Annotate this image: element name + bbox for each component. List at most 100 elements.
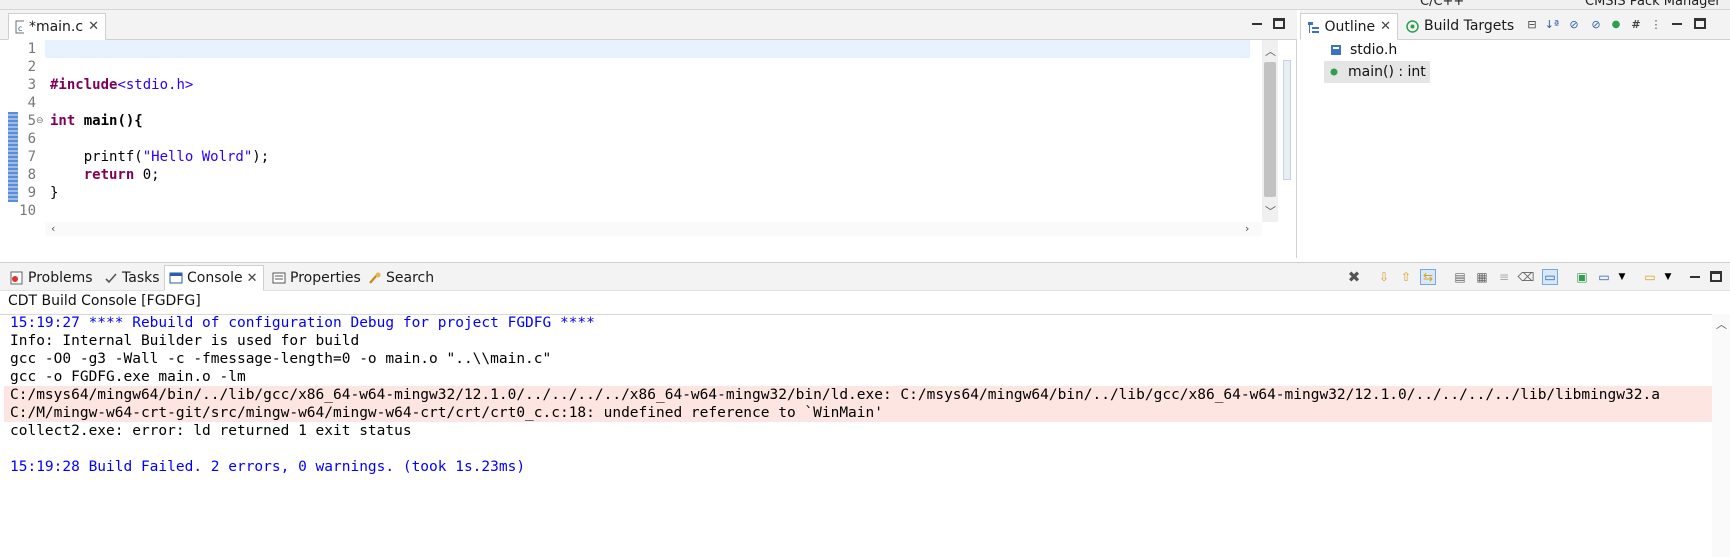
hide-static-icon[interactable]: ⊘ — [1588, 16, 1604, 32]
minimize-icon[interactable] — [1670, 16, 1684, 30]
minimize-icon[interactable] — [1250, 16, 1264, 30]
editor-horizontal-scrollbar[interactable]: ‹ › — [45, 222, 1262, 236]
chevron-down-icon[interactable]: ▼ — [1614, 269, 1630, 285]
tab-outline[interactable]: Outline ✕ — [1300, 13, 1398, 40]
code-line-5: int main(){ — [50, 112, 143, 130]
tab-label: Properties — [290, 270, 361, 286]
line-number: 6 — [27, 131, 36, 147]
maximize-icon[interactable] — [1694, 18, 1706, 29]
view-menu-icon[interactable]: ⋮ — [1648, 16, 1664, 32]
console-title: CDT Build Console [FGDFG] — [8, 293, 201, 309]
console-line: gcc -o FGDFG.exe main.o -lm — [10, 369, 246, 385]
open-console-icon[interactable]: ▣ — [1574, 269, 1590, 285]
tab-label: *main.c — [28, 18, 84, 35]
line-number: 9 — [27, 185, 36, 201]
perspective-cmsis[interactable]: CMSIS Pack Manager — [1585, 0, 1721, 9]
tab-label: Problems — [28, 270, 93, 286]
chevron-down-icon[interactable]: ▼ — [1660, 269, 1676, 285]
next-line-icon[interactable]: ⇩ — [1376, 269, 1392, 285]
overview-ruler[interactable] — [1283, 60, 1291, 180]
perspective-cpp[interactable]: C/C++ — [1420, 0, 1464, 9]
line-number: 5 — [27, 113, 36, 129]
search-icon — [369, 272, 381, 284]
outline-pane: Outline ✕ Build Targets ⊟ ↓ª ⊘ ⊘ ● # ⋮ s… — [1300, 10, 1730, 258]
tab-label: Tasks — [122, 270, 160, 286]
editor-vertical-scrollbar[interactable]: ︿ ﹀ — [1262, 40, 1278, 222]
scroll-up-icon[interactable]: ︿ — [1716, 316, 1727, 332]
outline-item-include[interactable]: stdio.h — [1326, 39, 1401, 61]
console-tabbar: Problems Tasks Console ✕ Properties Sear… — [0, 263, 1730, 291]
console-line: 15:19:27 **** Rebuild of configuration D… — [10, 315, 595, 331]
target-icon — [1406, 19, 1419, 33]
scroll-lock-icon[interactable]: ▤ — [1452, 269, 1468, 285]
tab-label: Outline — [1324, 18, 1376, 35]
code-editor[interactable]: 1 2 3 4 5 ⊖ 6 7 8 9 10 #include<stdio.h>… — [0, 40, 1250, 222]
new-console-icon[interactable]: ▭ — [1642, 269, 1658, 285]
function-signature: main(){ — [75, 113, 143, 129]
collapse-all-icon[interactable]: ⊟ — [1524, 16, 1540, 32]
function-icon — [1330, 68, 1338, 76]
tab-tasks[interactable]: Tasks — [100, 266, 164, 290]
console-pane: Problems Tasks Console ✕ Properties Sear… — [0, 262, 1730, 557]
console-output[interactable]: 15:19:27 **** Rebuild of configuration D… — [0, 314, 1712, 557]
keyword: #include — [50, 77, 118, 93]
show-on-output-icon[interactable]: ≡ — [1496, 269, 1512, 285]
scrollbar-thumb[interactable] — [1264, 62, 1276, 197]
line-number-gutter: 1 2 3 4 5 ⊖ 6 7 8 9 10 — [0, 40, 45, 222]
outline-item-label: stdio.h — [1350, 42, 1398, 58]
display-console-icon[interactable]: ▭ — [1596, 269, 1612, 285]
include-path: <stdio.h> — [117, 77, 194, 93]
svg-text:c: c — [18, 24, 22, 33]
outline-item-label: main() : int — [1348, 64, 1426, 80]
previous-line-icon[interactable]: ⇧ — [1398, 269, 1414, 285]
tab-console[interactable]: Console ✕ — [164, 265, 264, 291]
outline-tabbar: Outline ✕ Build Targets ⊟ ↓ª ⊘ ⊘ ● # ⋮ — [1300, 10, 1730, 40]
hide-nonpublic-icon[interactable]: ● — [1608, 16, 1624, 32]
code-line-9: } — [50, 184, 58, 202]
minimize-icon[interactable] — [1688, 269, 1702, 283]
tab-problems[interactable]: Problems — [6, 266, 97, 290]
fold-icon[interactable]: ⊖ — [36, 116, 44, 126]
code-text: } — [50, 185, 59, 201]
tab-main-c[interactable]: c *main.c ✕ — [8, 13, 106, 40]
link-icon[interactable]: ⇆ — [1420, 269, 1436, 285]
maximize-icon[interactable] — [1710, 271, 1722, 282]
tasks-icon — [105, 273, 117, 284]
console-line-error: C:/msys64/mingw64/bin/../lib/gcc/x86_64-… — [10, 387, 1660, 403]
console-line: 15:19:28 Build Failed. 2 errors, 0 warni… — [10, 459, 526, 475]
console-icon — [169, 272, 183, 284]
line-number: 2 — [27, 59, 36, 75]
scroll-down-icon[interactable]: ﹀ — [1265, 203, 1276, 219]
line-number: 8 — [27, 167, 36, 183]
console-line-error: C:/M/mingw-w64-crt-git/src/mingw-w64/min… — [10, 405, 883, 421]
include-icon — [1331, 45, 1341, 55]
remove-launch-icon[interactable]: ✖ — [1346, 268, 1362, 286]
perspective-bar: C/C++ CMSIS Pack Manager — [0, 0, 1730, 10]
hash-icon[interactable]: # — [1628, 16, 1644, 32]
tab-search[interactable]: Search — [364, 266, 438, 290]
close-icon[interactable]: ✕ — [1380, 19, 1391, 34]
tab-label: Search — [386, 270, 435, 286]
line-number: 10 — [19, 203, 36, 219]
console-vertical-scrollbar[interactable]: ︿ — [1712, 314, 1730, 557]
code-text: ); — [252, 149, 270, 165]
clear-console-icon[interactable]: ⌫ — [1518, 269, 1535, 285]
console-line: collect2.exe: error: ld returned 1 exit … — [10, 423, 412, 439]
keyword: return — [83, 167, 135, 183]
outline-item-main[interactable]: main() : int — [1324, 61, 1430, 83]
word-wrap-icon[interactable]: ▦ — [1474, 269, 1490, 285]
editor-pane: c *main.c ✕ 1 2 3 4 5 ⊖ 6 7 8 9 10 #incl… — [0, 10, 1297, 258]
scroll-left-icon[interactable]: ‹ — [51, 222, 55, 235]
hide-fields-icon[interactable]: ⊘ — [1566, 16, 1582, 32]
tab-properties[interactable]: Properties — [268, 266, 365, 290]
outline-icon — [1308, 21, 1320, 33]
tab-build-targets[interactable]: Build Targets — [1400, 14, 1520, 38]
close-icon[interactable]: ✕ — [247, 271, 258, 286]
sort-icon[interactable]: ↓ª — [1544, 16, 1560, 32]
close-icon[interactable]: ✕ — [88, 19, 99, 34]
scroll-right-icon[interactable]: › — [1245, 222, 1249, 235]
maximize-icon[interactable] — [1273, 18, 1285, 29]
pin-console-icon[interactable]: ▭ — [1542, 269, 1558, 285]
scroll-up-icon[interactable]: ︿ — [1265, 43, 1276, 59]
properties-icon — [272, 272, 286, 284]
